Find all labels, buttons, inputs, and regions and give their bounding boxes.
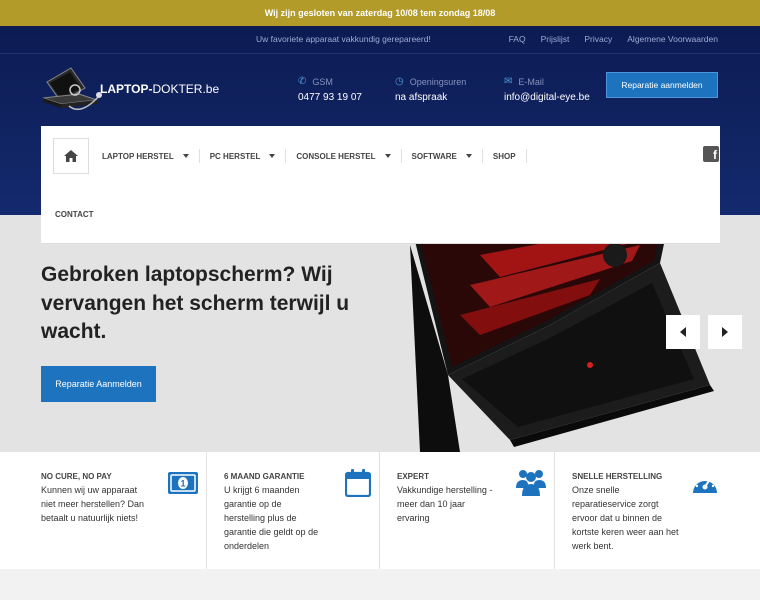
feature-divider (379, 452, 380, 569)
users-icon (516, 470, 546, 496)
site-logo[interactable]: LAPTOP-DOKTER.be (41, 66, 231, 118)
home-button[interactable] (53, 138, 89, 174)
feature-divider (206, 452, 207, 569)
top-links: FAQ Prijslijst Privacy Algemene Voorwaar… (509, 34, 718, 44)
nav-item-software[interactable]: SOFTWARE (412, 149, 483, 163)
home-icon (64, 150, 78, 162)
clock-icon: ◷ (395, 76, 404, 87)
calendar-icon (345, 469, 371, 497)
features-strip: NO CURE, NO PAY Kunnen wij uw apparaat n… (0, 452, 760, 569)
hero-reparatie-button[interactable]: Reparatie Aanmelden (41, 366, 156, 402)
feature-garantie: 6 MAAND GARANTIE U krijgt 6 maanden gara… (224, 452, 374, 569)
feature-text: Onze snelle reparatieservice zorgt ervoo… (572, 485, 679, 551)
feature-no-cure-no-pay: NO CURE, NO PAY Kunnen wij uw apparaat n… (41, 452, 201, 569)
mail-icon: ✉ (504, 76, 513, 87)
link-algemene-voorwaarden[interactable]: Algemene Voorwaarden (627, 34, 718, 44)
caret-down-icon (269, 154, 276, 158)
nav-item-shop[interactable]: SHOP (493, 149, 527, 163)
reparatie-aanmelden-button[interactable]: Reparatie aanmelden (606, 72, 718, 98)
money-icon: 1 (168, 472, 198, 494)
link-privacy[interactable]: Privacy (584, 34, 612, 44)
svg-text:1: 1 (180, 479, 185, 489)
feature-expert: EXPERT Vakkundige herstelling - meer dan… (397, 452, 547, 569)
feature-text: Vakkundige herstelling - meer dan 10 jaa… (397, 485, 493, 523)
nav-items: LAPTOP HERSTEL PC HERSTEL CONSOLE HERSTE… (102, 149, 537, 163)
gsm-value[interactable]: 0477 93 19 07 (298, 92, 362, 103)
caret-down-icon (182, 154, 189, 158)
nav-item-pc-herstel[interactable]: PC HERSTEL (210, 149, 287, 163)
main-nav: LAPTOP HERSTEL PC HERSTEL CONSOLE HERSTE… (41, 126, 720, 244)
chevron-left-icon (680, 327, 686, 337)
caret-down-icon (384, 154, 391, 158)
link-faq[interactable]: FAQ (509, 34, 526, 44)
feature-divider (554, 452, 555, 569)
notice-text: Wij zijn gesloten van zaterdag 10/08 tem… (264, 8, 496, 18)
caret-down-icon (465, 154, 472, 158)
tagline: Uw favoriete apparaat vakkundig gerepare… (256, 34, 431, 44)
nav-item-console-herstel[interactable]: CONSOLE HERSTEL (296, 149, 402, 163)
email-value[interactable]: info@digital-eye.be (504, 92, 590, 103)
hero-title: Gebroken laptopscherm? Wij vervangen het… (41, 263, 350, 344)
hero-slider: Gebroken laptopscherm? Wij vervangen het… (0, 215, 760, 452)
nav-item-laptop-herstel[interactable]: LAPTOP HERSTEL (102, 149, 200, 163)
feature-text: Kunnen wij uw apparaat niet meer herstel… (41, 485, 145, 523)
footer-band (0, 569, 760, 600)
phone-icon: ✆ (298, 76, 307, 87)
notice-bar: Wij zijn gesloten van zaterdag 10/08 tem… (0, 0, 760, 26)
slider-prev-button[interactable] (666, 315, 700, 349)
nav-item-contact[interactable]: CONTACT (55, 210, 94, 219)
chevron-right-icon (722, 327, 728, 337)
hours-value: na afspraak (395, 92, 448, 103)
logo-text: LAPTOP-DOKTER.be (100, 82, 220, 96)
contact-email: ✉ E-Mail info@digital-eye.be (504, 76, 590, 103)
facebook-icon[interactable]: f (703, 146, 719, 162)
contact-hours: ◷ Openingsuren na afspraak (395, 76, 467, 103)
top-bar: Uw favoriete apparaat vakkundig gerepare… (0, 26, 760, 54)
feature-text: U krijgt 6 maanden garantie op de herste… (224, 485, 319, 551)
feature-snelle-herstelling: SNELLE HERSTELLING Onze snelle reparatie… (572, 452, 732, 569)
laptop-logo-icon (42, 67, 102, 111)
link-prijslijst[interactable]: Prijslijst (541, 34, 570, 44)
slider-next-button[interactable] (708, 315, 742, 349)
contact-gsm: ✆ GSM 0477 93 19 07 (298, 76, 362, 103)
speedometer-icon (693, 475, 717, 493)
